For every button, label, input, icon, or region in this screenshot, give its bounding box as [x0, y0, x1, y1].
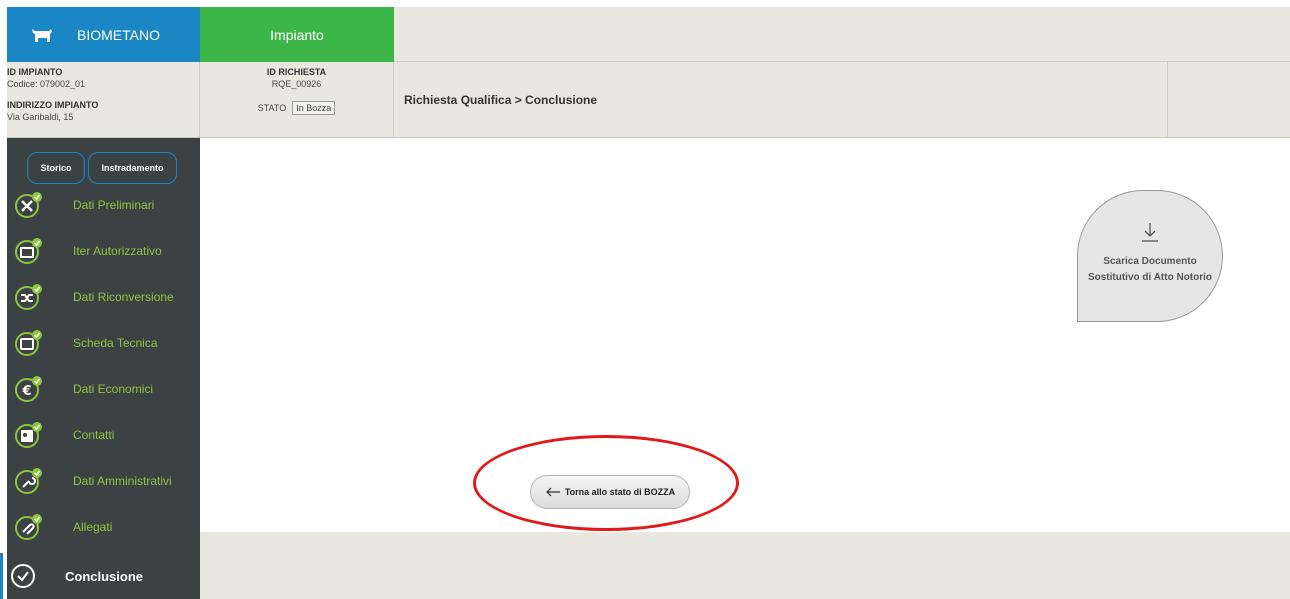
codice-value: Codice: 079002_01 — [7, 79, 86, 89]
sidebar: Storico Instradamento Dati Preliminari I… — [0, 138, 200, 599]
sidebar-item-dati-amministrativi[interactable]: Dati Amministrativi — [7, 458, 200, 504]
back-button-label: Torna allo stato di BOZZA — [564, 487, 676, 497]
sidebar-item-dati-preliminari[interactable]: Dati Preliminari — [7, 182, 200, 228]
id-richiesta-label: ID RICHIESTA — [266, 67, 327, 77]
sidebar-item-label: Dati Economici — [73, 382, 154, 396]
tools-icon — [15, 192, 42, 218]
sidebar-item-conclusione[interactable]: Conclusione — [0, 553, 200, 599]
top-bar-filler — [394, 7, 1290, 62]
impianto-info: ID IMPIANTO Codice: 079002_01 INDIRIZZO … — [7, 62, 200, 138]
sidebar-item-dati-economici[interactable]: € Dati Economici — [7, 366, 200, 412]
richiesta-info: ID RICHIESTA RQE_00926 STATO In Bozza — [200, 62, 394, 138]
svg-text:€: € — [21, 384, 31, 399]
active-indicator — [0, 553, 3, 599]
wallet-icon — [15, 330, 42, 356]
tab-impianto[interactable]: Impianto — [200, 7, 394, 62]
sidebar-item-scheda-tecnica[interactable]: Scheda Tecnica — [7, 320, 200, 366]
indirizzo-label: INDIRIZZO IMPIANTO — [7, 100, 99, 110]
breadcrumb-area: Richiesta Qualifica > Conclusione — [394, 62, 1168, 138]
calendar-icon — [15, 238, 42, 264]
euro-icon: € — [15, 376, 42, 402]
download-document-button[interactable]: Scarica Documento Sostitutivo di Atto No… — [1077, 190, 1223, 322]
sidebar-item-allegati[interactable]: Allegati — [7, 504, 200, 550]
storico-button[interactable]: Storico — [27, 152, 85, 184]
id-richiesta-value: RQE_00926 — [271, 79, 322, 89]
main-content: Scarica Documento Sostitutivo di Atto No… — [200, 138, 1290, 532]
download-label: Scarica Documento Sostitutivo di Atto No… — [1087, 256, 1213, 283]
sidebar-item-label: Dati Riconversione — [73, 290, 174, 304]
instradamento-button[interactable]: Instradamento — [88, 152, 177, 184]
back-to-draft-button[interactable]: Torna allo stato di BOZZA — [530, 475, 690, 509]
stato-label: STATO — [257, 103, 287, 113]
footer-strip — [200, 532, 1290, 599]
cow-icon — [32, 28, 52, 42]
contact-card-icon — [15, 422, 42, 448]
sidebar-item-label: Dati Preliminari — [73, 198, 155, 212]
paperclip-icon — [15, 514, 42, 540]
wrench-icon — [15, 468, 42, 494]
sidebar-item-label: Dati Amministrativi — [73, 474, 172, 488]
sidebar-item-label: Scheda Tecnica — [73, 336, 158, 350]
sidebar-item-label: Contatti — [73, 428, 115, 442]
arrow-left-icon — [545, 487, 560, 497]
brand-label: BIOMETANO — [77, 26, 160, 43]
stato-row: STATO In Bozza — [200, 101, 393, 115]
sidebar-item-label: Iter Autorizzativo — [73, 244, 162, 258]
check-circle-icon — [11, 564, 35, 588]
indirizzo-value: Via Garibaldi, 15 — [7, 112, 74, 122]
breadcrumb: Richiesta Qualifica > Conclusione — [404, 93, 598, 107]
sidebar-item-label: Allegati — [73, 520, 113, 534]
shuffle-icon — [15, 284, 42, 310]
sidebar-item-contatti[interactable]: Contatti — [7, 412, 200, 458]
id-impianto-label: ID IMPIANTO — [7, 67, 63, 77]
sidebar-item-iter-autorizzativo[interactable]: Iter Autorizzativo — [7, 228, 200, 274]
sidebar-item-dati-riconversione[interactable]: Dati Riconversione — [7, 274, 200, 320]
status-badge: In Bozza — [292, 101, 336, 115]
sidebar-item-label: Conclusione — [65, 568, 144, 584]
brand-tab[interactable]: BIOMETANO — [7, 7, 200, 62]
download-icon — [1142, 223, 1158, 242]
info-bar: ID IMPIANTO Codice: 079002_01 INDIRIZZO … — [7, 62, 1290, 138]
top-bar: BIOMETANO Impianto — [0, 0, 1290, 62]
